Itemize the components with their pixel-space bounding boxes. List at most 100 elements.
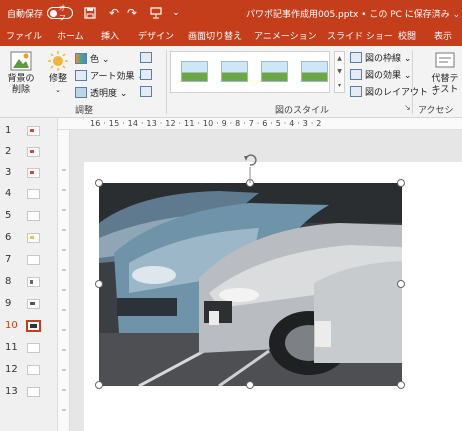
tab-home[interactable]: ホーム xyxy=(57,26,84,46)
tab-design[interactable]: デザイン xyxy=(138,26,174,46)
slide-item[interactable]: 7 xyxy=(0,252,58,270)
corrections-button[interactable]: 修整 ⌄ xyxy=(44,50,72,96)
slide-thumbnail[interactable] xyxy=(27,343,40,353)
change-picture-icon[interactable] xyxy=(140,69,152,80)
artistic-effects-button[interactable]: アート効果 ⌄ xyxy=(75,69,145,82)
car-photo[interactable] xyxy=(99,183,402,386)
tab-view[interactable]: 表示 xyxy=(434,26,452,46)
resize-handle-top-right[interactable] xyxy=(397,179,405,187)
scroll-up-icon[interactable]: ▲ xyxy=(337,55,342,62)
slide-thumbnail[interactable] xyxy=(27,147,40,157)
save-icon[interactable] xyxy=(83,6,97,20)
resize-handle-bottom[interactable] xyxy=(246,381,254,389)
slide-item[interactable]: 3 xyxy=(0,165,58,183)
slide-thumbnail[interactable] xyxy=(27,189,40,199)
picture-layout-icon xyxy=(350,86,362,97)
slide-thumbnail[interactable] xyxy=(27,387,40,397)
slide-number: 3 xyxy=(5,167,12,178)
compress-pictures-icon[interactable] xyxy=(140,52,152,63)
slide-number: 7 xyxy=(5,254,12,265)
slide-number: 4 xyxy=(5,188,12,199)
slide-thumb-mark xyxy=(30,129,34,132)
slide-item[interactable]: 4 xyxy=(0,186,58,204)
picture-border-button[interactable]: 図の枠線 ⌄ xyxy=(350,51,411,64)
artistic-effects-label: アート効果 ⌄ xyxy=(90,72,145,82)
slide-thumb-mark xyxy=(30,280,33,284)
slide-item[interactable]: 9 xyxy=(0,296,58,314)
picture-style-thumb[interactable] xyxy=(181,61,208,82)
ribbon: 背景の 削除 修整 ⌄ 色 ⌄ アート効果 ⌄ 透明度 ⌄ 調整 ▲ ▼ ▾ 図… xyxy=(0,46,462,129)
slide-number: 5 xyxy=(5,210,12,221)
picture-style-thumb[interactable] xyxy=(301,61,328,82)
remove-background-label: 背景の 削除 xyxy=(7,74,35,95)
slide-thumbnail[interactable] xyxy=(27,126,40,136)
customize-qat-icon[interactable]: ⌄ xyxy=(169,6,183,20)
slide-item-active[interactable]: 10 xyxy=(0,318,58,336)
resize-handle-bottom-right[interactable] xyxy=(397,381,405,389)
corrections-sun-icon xyxy=(48,51,68,71)
slide-item[interactable]: 8 xyxy=(0,274,58,292)
alt-text-button[interactable]: 代替テ キスト xyxy=(428,50,462,96)
slide-thumbnail[interactable] xyxy=(27,277,40,287)
tab-animations[interactable]: アニメーション xyxy=(254,26,317,46)
slide-thumbnail[interactable] xyxy=(27,299,40,309)
slide-thumbnail[interactable] xyxy=(27,211,40,221)
resize-handle-left[interactable] xyxy=(95,280,103,288)
slide-item[interactable]: 5 xyxy=(0,208,58,226)
reset-picture-icon[interactable] xyxy=(140,86,152,97)
picture-style-thumb[interactable] xyxy=(221,61,248,82)
tab-transitions[interactable]: 画面切り替え xyxy=(188,26,242,46)
picture-styles-gallery[interactable] xyxy=(170,51,330,93)
slide-item[interactable]: 6 xyxy=(0,230,58,248)
tab-slideshow[interactable]: スライド ショー xyxy=(327,26,393,46)
slide-item[interactable]: 13 xyxy=(0,384,58,402)
resize-handle-top-left[interactable] xyxy=(95,179,103,187)
slide-number: 13 xyxy=(5,386,18,397)
dialog-launcher-icon[interactable]: ↘ xyxy=(404,103,411,112)
remove-background-button[interactable]: 背景の 削除 xyxy=(6,50,36,96)
transparency-icon xyxy=(75,87,87,98)
ruler-numbers: 16 · 15 · 14 · 13 · 12 · 11 · 10 · 9 · 8… xyxy=(90,119,322,128)
picture-border-label: 図の枠線 ⌄ xyxy=(365,54,412,64)
autosave-toggle[interactable]: オフ xyxy=(47,4,74,22)
transparency-label: 透明度 ⌄ xyxy=(90,89,128,99)
slide-thumbnail[interactable] xyxy=(27,233,40,243)
rotate-handle[interactable] xyxy=(243,153,257,183)
resize-handle-bottom-left[interactable] xyxy=(95,381,103,389)
picture-style-thumb[interactable] xyxy=(261,61,288,82)
group-separator xyxy=(412,50,413,114)
undo-icon[interactable]: ↶ xyxy=(107,6,121,20)
picture-effects-button[interactable]: 図の効果 ⌄ xyxy=(350,68,411,81)
document-title: パワポ記事作成用005.pptx • この PC に保存済み ⌄ xyxy=(246,10,461,20)
chevron-down-icon: ⌄ xyxy=(55,86,61,94)
car-photo-image xyxy=(99,183,402,386)
transparency-button[interactable]: 透明度 ⌄ xyxy=(75,86,127,99)
slide-thumbnail[interactable] xyxy=(27,255,40,265)
more-icon[interactable]: ▾ xyxy=(338,82,341,89)
slide-item[interactable]: 11 xyxy=(0,340,58,358)
slide-number: 12 xyxy=(5,364,18,375)
redo-icon[interactable]: ↷ xyxy=(125,6,139,20)
present-icon[interactable] xyxy=(149,6,163,20)
tab-review[interactable]: 校閲 xyxy=(398,26,416,46)
gallery-scrollbar[interactable]: ▲ ▼ ▾ xyxy=(334,51,345,93)
slide-number: 8 xyxy=(5,276,12,287)
tab-file[interactable]: ファイル xyxy=(6,26,42,46)
resize-handle-right[interactable] xyxy=(397,280,405,288)
slide-item[interactable]: 12 xyxy=(0,362,58,380)
slide-number: 9 xyxy=(5,298,12,309)
picture-styles-group-label: 図のスタイル xyxy=(275,106,330,116)
scroll-down-icon[interactable]: ▼ xyxy=(337,68,342,75)
slide-thumb-mark xyxy=(30,150,34,153)
tab-insert[interactable]: 挿入 xyxy=(101,26,119,46)
slide-thumbnail[interactable] xyxy=(27,168,40,178)
picture-layout-button[interactable]: 図のレイアウト ⌄ xyxy=(350,85,438,98)
slide-item[interactable]: 1 xyxy=(0,123,58,141)
color-button[interactable]: 色 ⌄ xyxy=(75,52,109,65)
slide-thumbnail-pane: 1 2 3 4 5 6 7 8 9 10 11 12 13 xyxy=(0,118,58,431)
slide-item[interactable]: 2 xyxy=(0,144,58,162)
group-separator xyxy=(166,50,167,114)
picture-border-icon xyxy=(350,52,362,63)
slide-thumbnail-active[interactable] xyxy=(26,320,41,332)
slide-thumbnail[interactable] xyxy=(27,365,40,375)
